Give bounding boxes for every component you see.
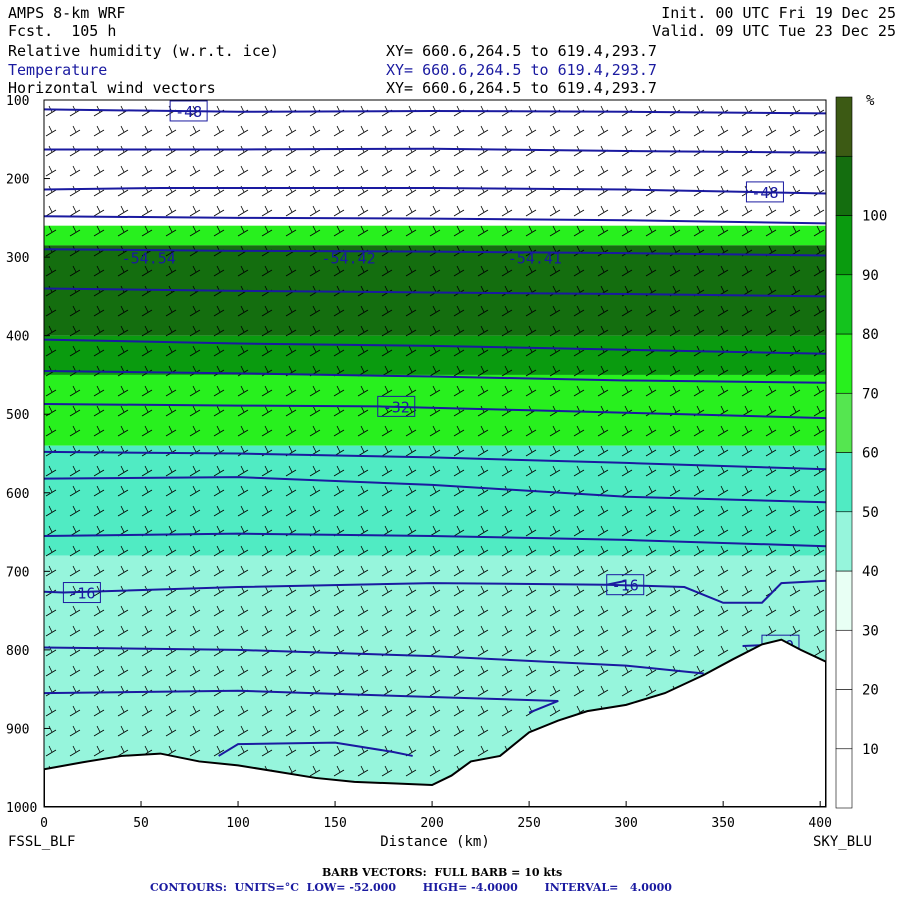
isotherm-label: -16 [612, 577, 639, 595]
temperature-min-label: -54.41 [508, 249, 562, 267]
x-tick-label: 200 [420, 816, 443, 831]
colorbar-tick-label: 60 [862, 446, 879, 462]
isotherm-label: -48 [175, 103, 202, 121]
y-tick-label: 100 [6, 94, 29, 109]
colorbar-segment [835, 511, 853, 572]
x-tick-label: 350 [711, 816, 734, 831]
y-tick-label: 600 [6, 487, 29, 502]
isotherm-label: -16 [68, 585, 95, 603]
y-tick-label: 400 [6, 330, 29, 345]
y-tick-label: 1000 [6, 801, 37, 816]
cross-section-chart: -48-48-32-16-16-10-54.54-54.42-54.41 100… [6, 93, 887, 850]
colorbar-segment [835, 392, 853, 453]
x-tick-label: 400 [808, 816, 831, 831]
x-tick-label: 0 [40, 816, 48, 831]
y-tick-label: 200 [6, 173, 29, 188]
isotherm-label: -48 [751, 184, 778, 202]
endpoint-right-label: SKY_BLU [813, 834, 872, 850]
y-tick-label: 800 [6, 644, 29, 659]
colorbar-segment [835, 689, 853, 750]
rh-band-5 [44, 445, 826, 556]
temperature-min-label: -54.42 [321, 249, 375, 267]
colorbar-tick-label: 100 [862, 209, 887, 225]
colorbar-segment [835, 155, 853, 216]
x-tick-label: 50 [133, 816, 149, 831]
colorbar-tick-label: 90 [862, 268, 879, 284]
x-tick-label: 100 [226, 816, 249, 831]
colorbar: 10 20 30 40 50 60 70 80 90 100 [835, 96, 887, 809]
colorbar-tick-label: 70 [862, 386, 879, 402]
colorbar-tick-label: 20 [862, 683, 879, 699]
colorbar-segment [835, 452, 853, 513]
rh-band-0 [44, 100, 826, 226]
x-tick-label: 250 [517, 816, 540, 831]
x-axis-label: Distance (km) [380, 834, 490, 850]
rh-band-1 [44, 225, 826, 246]
temperature-min-label: -54.54 [122, 249, 176, 267]
y-tick-label: 900 [6, 722, 29, 737]
colorbar-segment [835, 96, 853, 157]
barb-legend: BARB VECTORS: FULL BARB = 10 kts [322, 866, 563, 879]
colorbar-tick-label: 50 [862, 505, 879, 521]
colorbar-segment [835, 333, 853, 394]
y-tick-label: 500 [6, 408, 29, 423]
colorbar-segment [835, 570, 853, 631]
contour-legend: CONTOURS: UNITS=°C LOW= -52.000 HIGH= -4… [150, 881, 672, 894]
colorbar-tick-label: 80 [862, 327, 879, 343]
y-tick-label: 300 [6, 251, 29, 266]
x-tick-label: 300 [614, 816, 637, 831]
x-tick-label: 150 [323, 816, 346, 831]
colorbar-segment [835, 748, 853, 809]
colorbar-unit: % [866, 93, 875, 109]
colorbar-segment [835, 629, 853, 690]
colorbar-segment [835, 215, 853, 276]
isotherm-label: -32 [383, 398, 410, 416]
colorbar-tick-label: 30 [862, 623, 879, 639]
endpoint-left-label: FSSL_BLF [8, 834, 75, 850]
y-tick-label: 700 [6, 565, 29, 580]
colorbar-tick-label: 40 [862, 564, 879, 580]
colorbar-segment [835, 274, 853, 335]
colorbar-tick-label: 10 [862, 742, 879, 758]
